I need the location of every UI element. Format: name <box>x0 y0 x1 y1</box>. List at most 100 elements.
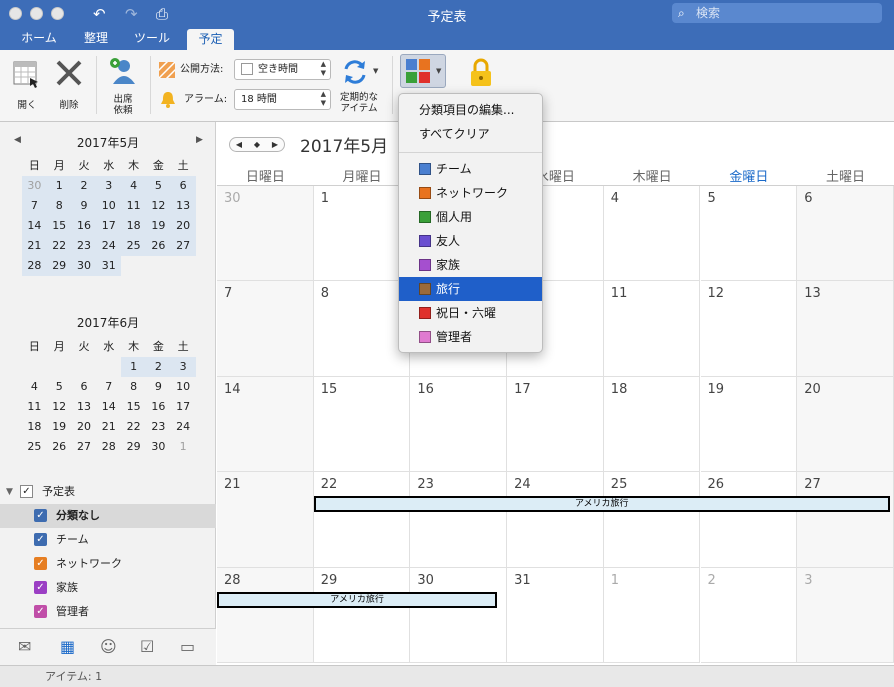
mini-cal-day[interactable]: 9 <box>146 377 171 397</box>
day-cell[interactable]: 30 <box>217 186 314 282</box>
day-cell[interactable]: 7 <box>217 281 314 377</box>
disclosure-triangle-icon[interactable]: ▼ <box>6 480 13 504</box>
calendar-icon[interactable]: ▦ <box>60 638 75 656</box>
mini-cal-day[interactable]: 31 <box>96 256 122 276</box>
category-menu-item[interactable]: ネットワーク <box>399 181 542 205</box>
calendar-checkbox[interactable]: ✓ <box>34 533 47 546</box>
mini-cal-day[interactable]: 6 <box>72 377 97 397</box>
mini-cal-day[interactable]: 1 <box>121 357 146 377</box>
day-cell[interactable]: 17 <box>507 376 604 473</box>
edit-categories-menu-item[interactable]: 分類項目の編集... <box>399 98 542 122</box>
mini-cal-day[interactable]: 21 <box>22 236 47 256</box>
mini-cal-day[interactable]: 22 <box>121 417 146 437</box>
mini-cal-day[interactable]: 8 <box>46 196 72 216</box>
mini-cal-day[interactable]: 1 <box>46 176 72 196</box>
request-attendance-button[interactable]: 出席 依頼 <box>103 54 143 116</box>
mini-cal-day[interactable]: 17 <box>171 397 196 417</box>
day-cell[interactable]: 31 <box>507 567 604 663</box>
mini-cal-day[interactable]: 4 <box>22 377 47 397</box>
mini-cal-day[interactable]: 13 <box>72 397 97 417</box>
category-menu-item[interactable]: チーム <box>399 157 542 181</box>
day-cell[interactable]: 1 <box>313 186 411 282</box>
tasks-icon[interactable]: ☑ <box>140 638 154 656</box>
day-cell[interactable]: 21 <box>217 472 314 568</box>
mini-cal-day[interactable]: 2 <box>145 357 171 377</box>
calendar-item[interactable]: ✓ 家族 <box>0 576 216 600</box>
day-cell[interactable]: 2 <box>700 567 798 663</box>
tab-appointment[interactable]: 予定 <box>187 29 234 51</box>
category-menu-item[interactable]: 管理者 <box>399 325 542 349</box>
recurrence-button[interactable]: ▼ 定期的な アイテム <box>336 56 386 116</box>
day-cell[interactable]: 29 <box>313 567 411 663</box>
private-lock-icon[interactable] <box>469 58 493 88</box>
mini-cal-day[interactable]: 12 <box>145 196 171 216</box>
mini-cal-day[interactable]: 26 <box>145 236 171 256</box>
mini-cal-day[interactable]: 11 <box>121 196 146 216</box>
day-cell[interactable]: 4 <box>603 186 701 282</box>
mini-cal-day[interactable]: 20 <box>170 216 196 236</box>
tab-tools[interactable]: ツール <box>124 28 180 50</box>
mini-cal-day[interactable]: 6 <box>170 176 196 196</box>
mini-cal-day[interactable]: 14 <box>22 216 47 236</box>
prev-arrow-icon[interactable]: ◀ <box>236 140 242 149</box>
today-diamond-icon[interactable]: ◆ <box>254 140 260 149</box>
mini-cal-day[interactable]: 24 <box>96 236 122 256</box>
mini-cal-day[interactable]: 22 <box>46 236 72 256</box>
category-menu-item[interactable]: 個人用 <box>399 205 542 229</box>
mini-cal-day[interactable]: 2 <box>71 176 97 196</box>
calendar-item[interactable]: ✓ 管理者 <box>0 600 216 624</box>
category-menu-item[interactable]: 祝日・六曜 <box>399 301 542 325</box>
mini-cal-day[interactable]: 26 <box>47 437 72 457</box>
day-cell[interactable]: 14 <box>217 376 314 473</box>
mini-cal-day[interactable]: 18 <box>22 417 47 437</box>
mini-cal-day[interactable]: 8 <box>121 377 146 397</box>
day-cell[interactable]: 12 <box>700 281 798 377</box>
mini-cal-day[interactable]: 14 <box>96 397 121 417</box>
group-checkbox[interactable]: ✓ <box>20 485 33 498</box>
mini-cal-day[interactable]: 20 <box>72 417 97 437</box>
mini-cal-day[interactable]: 23 <box>71 236 97 256</box>
day-cell[interactable]: 23 <box>410 472 508 568</box>
mini-cal-day[interactable]: 27 <box>170 236 196 256</box>
event-bar[interactable]: アメリカ旅行 <box>313 496 890 513</box>
calendar-checkbox[interactable]: ✓ <box>34 605 47 618</box>
day-cell[interactable]: 6 <box>797 186 894 282</box>
calendar-item[interactable]: ✓ ネットワーク <box>0 552 216 576</box>
mini-cal-day[interactable]: 13 <box>170 196 196 216</box>
day-cell[interactable]: 28 <box>217 567 314 663</box>
mini-cal-day[interactable]: 5 <box>145 176 171 196</box>
calendar-checkbox[interactable]: ✓ <box>34 581 47 594</box>
search-input[interactable]: ⌕ 検索 <box>672 3 882 23</box>
mini-cal-day[interactable]: 3 <box>170 357 196 377</box>
mini-cal-day[interactable]: 12 <box>47 397 72 417</box>
mini-cal-day[interactable]: 19 <box>145 216 171 236</box>
day-cell[interactable]: 19 <box>700 376 798 473</box>
mini-cal-day[interactable]: 28 <box>22 256 47 276</box>
mail-icon[interactable]: ✉ <box>18 638 31 656</box>
mini-cal-day[interactable]: 30 <box>71 256 97 276</box>
mini-cal-day[interactable]: 15 <box>46 216 72 236</box>
day-cell[interactable]: 26 <box>700 472 798 568</box>
people-icon[interactable]: ☺ <box>100 638 117 656</box>
calendar-group-row[interactable]: ▼ ✓ 予定表 <box>0 480 216 504</box>
calendar-checkbox[interactable]: ✓ <box>34 557 47 570</box>
day-cell[interactable]: 1 <box>603 567 701 663</box>
mini-cal-day[interactable]: 21 <box>96 417 121 437</box>
mini-cal-day[interactable]: 18 <box>121 216 146 236</box>
mini-cal-day[interactable]: 1 <box>171 437 196 457</box>
notes-icon[interactable]: ▭ <box>180 638 195 656</box>
day-cell[interactable]: 13 <box>797 281 894 377</box>
day-cell[interactable]: 27 <box>797 472 894 568</box>
mini-cal-day[interactable]: 27 <box>72 437 97 457</box>
event-bar[interactable]: アメリカ旅行 <box>217 591 498 608</box>
day-cell[interactable]: 18 <box>603 376 701 473</box>
categorize-button[interactable]: ▼ <box>400 54 446 88</box>
mini-cal-day[interactable]: 10 <box>96 196 122 216</box>
clear-all-menu-item[interactable]: すべてクリア <box>399 122 542 146</box>
day-cell[interactable]: 24 <box>507 472 604 568</box>
category-menu-item[interactable]: 友人 <box>399 229 542 253</box>
category-menu-item[interactable]: 旅行 <box>399 277 542 301</box>
mini-cal-day[interactable]: 30 <box>146 437 171 457</box>
day-cell[interactable]: 30 <box>410 567 508 663</box>
mini-cal-day[interactable]: 3 <box>96 176 122 196</box>
